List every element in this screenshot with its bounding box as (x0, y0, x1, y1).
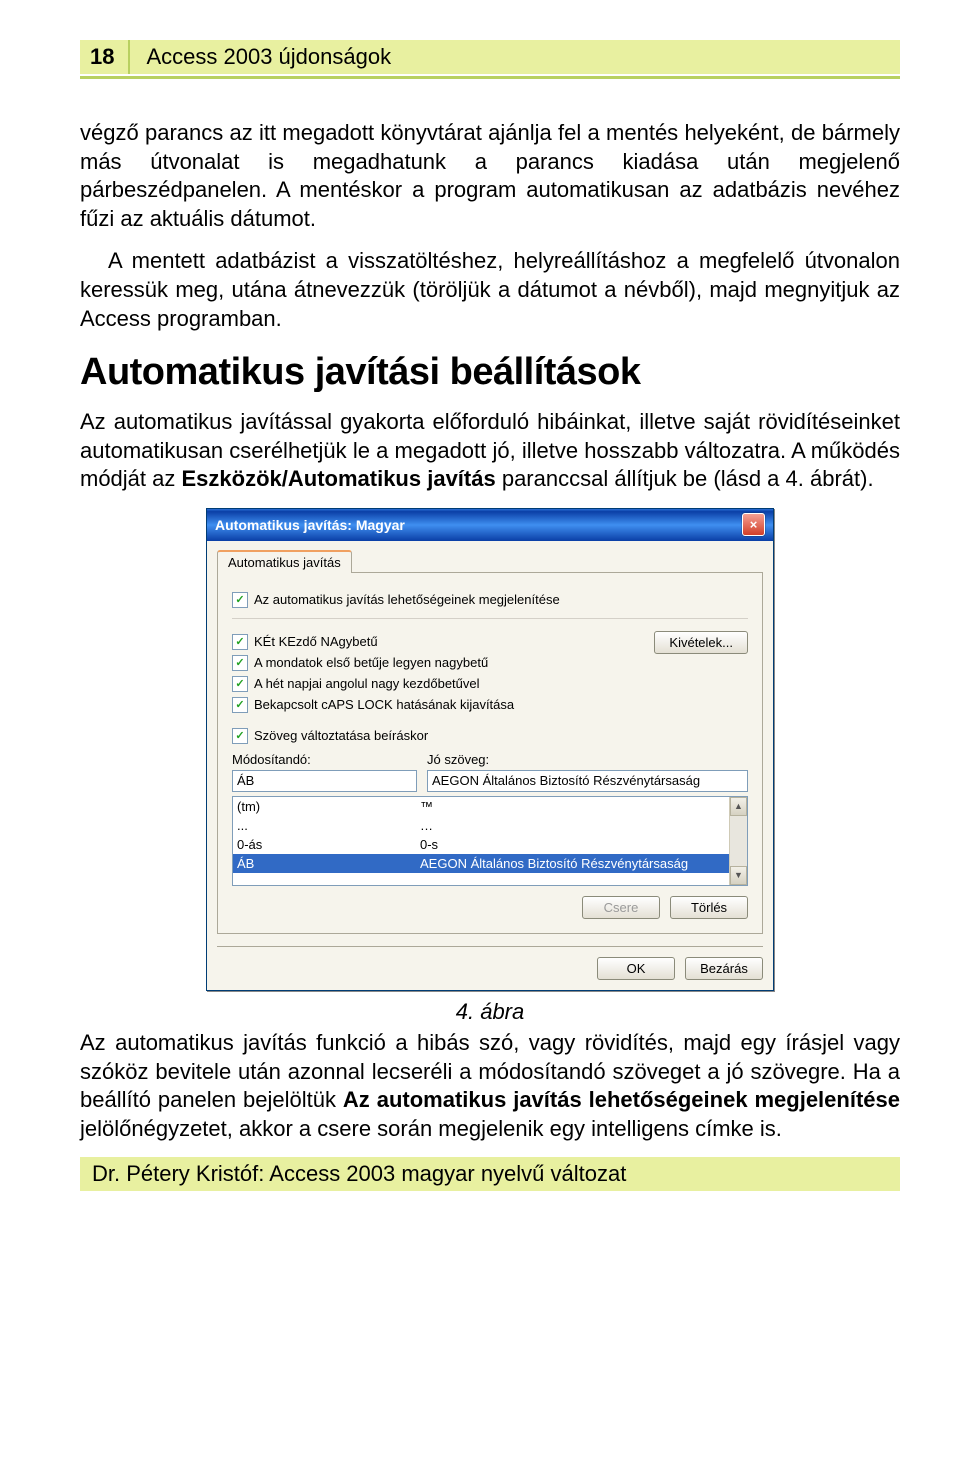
paragraph: A mentett adatbázist a visszatöltéshez, … (80, 247, 900, 333)
checkbox-label: A hét napjai angolul nagy kezdőbetűvel (254, 676, 480, 691)
list-item-selected[interactable]: ÁB AEGON Általános Biztosító Részvénytár… (233, 854, 747, 873)
checkbox-icon[interactable]: ✓ (232, 676, 248, 692)
checkbox-label: Szöveg változtatása beíráskor (254, 728, 428, 743)
close-icon[interactable]: × (742, 513, 765, 536)
replace-input[interactable] (232, 770, 417, 792)
paragraph: Az automatikus javítással gyakorta előfo… (80, 408, 900, 494)
page: 18 Access 2003 újdonságok végző parancs … (0, 0, 960, 1211)
checkbox-icon[interactable]: ✓ (232, 728, 248, 744)
dialog-body: Automatikus javítás ✓ Az automatikus jav… (207, 541, 773, 990)
replace-label: Módosítandó: (232, 752, 417, 767)
tabbar: Automatikus javítás (217, 549, 763, 573)
scroll-up-icon[interactable]: ▲ (730, 797, 747, 816)
checkbox-icon[interactable]: ✓ (232, 697, 248, 713)
tab-autocorrect[interactable]: Automatikus javítás (217, 550, 352, 573)
tab-pane: ✓ Az automatikus javítás lehetőségeinek … (217, 573, 763, 934)
paragraph: végző parancs az itt megadott könyvtárat… (80, 119, 900, 233)
checkbox-label: A mondatok első betűje legyen nagybetű (254, 655, 488, 670)
exceptions-button[interactable]: Kivételek... (654, 631, 748, 654)
divider (232, 618, 748, 619)
list-cell: … (420, 818, 743, 833)
list-cell: ÁB (237, 856, 420, 871)
checkbox-icon[interactable]: ✓ (232, 592, 248, 608)
list-buttons: Csere Törlés (232, 896, 748, 919)
list-cell: ... (237, 818, 420, 833)
checkbox-row[interactable]: ✓ KÉt KEzdő NAgybetű (232, 634, 654, 650)
checkbox-icon[interactable]: ✓ (232, 634, 248, 650)
list-cell: 0-ás (237, 837, 420, 852)
checkbox-label: KÉt KEzdő NAgybetű (254, 634, 378, 649)
checkbox-label: Az automatikus javítás lehetőségeinek me… (254, 592, 560, 607)
section-heading: Automatikus javítási beállítások (80, 351, 900, 394)
with-label: Jó szöveg: (427, 752, 748, 767)
checkbox-row[interactable]: ✓ Bekapcsolt cAPS LOCK hatásának kijavít… (232, 697, 654, 713)
close-button[interactable]: Bezárás (685, 957, 763, 980)
header-rule (80, 76, 900, 79)
checkbox-row[interactable]: ✓ Az automatikus javítás lehetőségeinek … (232, 592, 748, 608)
page-title: Access 2003 újdonságok (130, 40, 900, 74)
dialog-title: Automatikus javítás: Magyar (215, 517, 405, 533)
replace-fields: Módosítandó: Jó szöveg: (232, 752, 748, 792)
checkbox-icon[interactable]: ✓ (232, 655, 248, 671)
autocorrect-list[interactable]: (tm) ™ ... … 0-ás 0-s ÁB AEGON Általános… (232, 796, 748, 886)
page-header: 18 Access 2003 újdonságok (80, 40, 900, 79)
scrollbar[interactable]: ▲ ▼ (729, 797, 747, 885)
titlebar[interactable]: Automatikus javítás: Magyar × (207, 509, 773, 541)
delete-button[interactable]: Törlés (670, 896, 748, 919)
text: paranccsal állítjuk be (lásd a 4. ábrát)… (496, 466, 874, 491)
bold-term: Az automatikus javítás lehetőségeinek me… (343, 1087, 900, 1112)
list-cell: 0-s (420, 837, 743, 852)
list-item[interactable]: 0-ás 0-s (233, 835, 747, 854)
menu-path: Eszközök/Automatikus javítás (182, 466, 496, 491)
paragraph: Az automatikus javítás funkció a hibás s… (80, 1029, 900, 1143)
page-number: 18 (80, 40, 130, 74)
with-input[interactable] (427, 770, 748, 792)
replace-button[interactable]: Csere (582, 896, 660, 919)
list-cell: AEGON Általános Biztosító Részvénytársas… (420, 856, 743, 871)
footer-credit: Dr. Pétery Kristóf: Access 2003 magyar n… (80, 1157, 900, 1191)
divider (217, 946, 763, 947)
figure-caption: 4. ábra (80, 999, 900, 1025)
text: jelölőnégyzetet, akkor a csere során meg… (80, 1116, 782, 1141)
list-item[interactable]: ... … (233, 816, 747, 835)
checkbox-row[interactable]: ✓ A hét napjai angolul nagy kezdőbetűvel (232, 676, 654, 692)
scroll-down-icon[interactable]: ▼ (730, 866, 747, 885)
autocorrect-dialog: Automatikus javítás: Magyar × Automatiku… (206, 508, 774, 991)
checkbox-row[interactable]: ✓ Szöveg változtatása beíráskor (232, 728, 748, 744)
ok-button[interactable]: OK (597, 957, 675, 980)
checkbox-label: Bekapcsolt cAPS LOCK hatásának kijavítás… (254, 697, 514, 712)
list-item[interactable]: (tm) ™ (233, 797, 747, 816)
checkbox-row[interactable]: ✓ A mondatok első betűje legyen nagybetű (232, 655, 654, 671)
list-cell: (tm) (237, 799, 420, 814)
dialog-buttons: OK Bezárás (217, 957, 763, 980)
list-cell: ™ (420, 799, 743, 814)
